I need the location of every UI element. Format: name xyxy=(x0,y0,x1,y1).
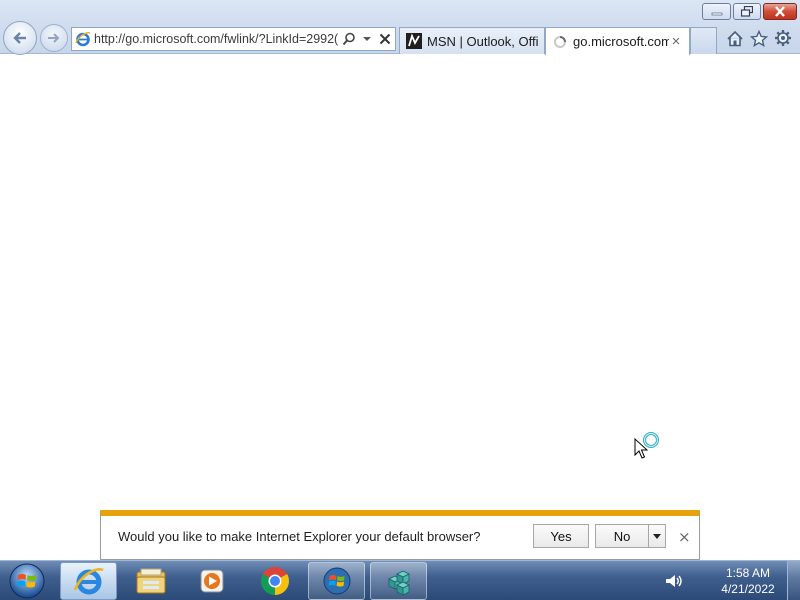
address-url[interactable]: http://go.microsoft.com/fwlink/?LinkId=2… xyxy=(94,32,341,46)
search-icon[interactable] xyxy=(341,28,357,50)
taskbar-windows-app[interactable] xyxy=(308,562,365,600)
app-icon xyxy=(387,570,410,596)
clock-time: 1:58 AM xyxy=(725,566,771,580)
tab-label: MSN | Outlook, Offi... xyxy=(427,33,538,49)
taskbar-registry-app[interactable] xyxy=(370,562,427,600)
tab-label: go.microsoft.com xyxy=(573,34,669,49)
close-button[interactable] xyxy=(763,3,797,20)
minimize-icon xyxy=(711,12,722,15)
gear-icon[interactable] xyxy=(773,28,793,48)
new-tab-button[interactable] xyxy=(690,27,717,54)
media-player-icon xyxy=(200,569,223,593)
page-content xyxy=(0,55,800,560)
yes-button[interactable]: Yes xyxy=(533,524,589,548)
taskbar-chrome[interactable] xyxy=(246,562,303,600)
back-arrow-icon xyxy=(13,32,26,44)
stop-icon[interactable] xyxy=(377,28,393,50)
system-clock[interactable]: 1:58 AM 4/21/2022 xyxy=(705,565,791,597)
home-icon[interactable] xyxy=(725,28,745,48)
address-bar[interactable]: http://go.microsoft.com/fwlink/?LinkId=2… xyxy=(71,27,396,51)
taskbar: 1:58 AM 4/21/2022 xyxy=(0,560,800,600)
tab-go-microsoft[interactable]: go.microsoft.com × xyxy=(545,27,690,55)
show-desktop-button[interactable] xyxy=(787,561,800,600)
notification-message: Would you like to make Internet Explorer… xyxy=(118,529,481,544)
busy-cursor-icon xyxy=(633,430,663,460)
taskbar-internet-explorer[interactable] xyxy=(60,562,117,600)
restore-button[interactable] xyxy=(733,3,761,20)
file-explorer-icon xyxy=(136,568,165,594)
tab-msn[interactable]: MSN | Outlook, Offi... xyxy=(399,27,545,54)
dropdown-arrow-icon[interactable] xyxy=(359,28,375,50)
loading-spinner-icon xyxy=(552,34,568,50)
forward-button[interactable] xyxy=(40,24,68,52)
chrome-icon xyxy=(260,567,289,595)
forward-arrow-icon xyxy=(48,33,60,43)
volume-icon[interactable] xyxy=(664,572,684,590)
taskbar-media-player[interactable] xyxy=(183,562,240,600)
clock-date: 4/21/2022 xyxy=(721,582,775,596)
minimize-button[interactable] xyxy=(702,3,731,20)
dropdown-arrow-icon xyxy=(653,533,661,539)
notification-close-icon[interactable]: × xyxy=(678,528,691,546)
close-icon xyxy=(775,6,785,17)
no-button[interactable]: No xyxy=(595,524,649,548)
windows-orb-icon xyxy=(323,567,350,595)
internet-explorer-icon xyxy=(73,568,104,595)
browser-chrome: http://go.microsoft.com/fwlink/?LinkId=2… xyxy=(0,0,800,55)
default-browser-notification: Would you like to make Internet Explorer… xyxy=(100,510,700,560)
windows-orb-icon xyxy=(9,563,45,599)
internet-explorer-icon xyxy=(72,28,94,50)
back-button[interactable] xyxy=(3,21,37,55)
tab-close-icon[interactable]: × xyxy=(669,33,683,50)
restore-icon xyxy=(741,6,753,17)
start-button[interactable] xyxy=(4,562,50,600)
no-options-dropdown[interactable] xyxy=(649,524,666,548)
favorites-star-icon[interactable] xyxy=(749,28,769,48)
taskbar-file-explorer[interactable] xyxy=(122,562,179,600)
msn-icon xyxy=(406,33,422,49)
